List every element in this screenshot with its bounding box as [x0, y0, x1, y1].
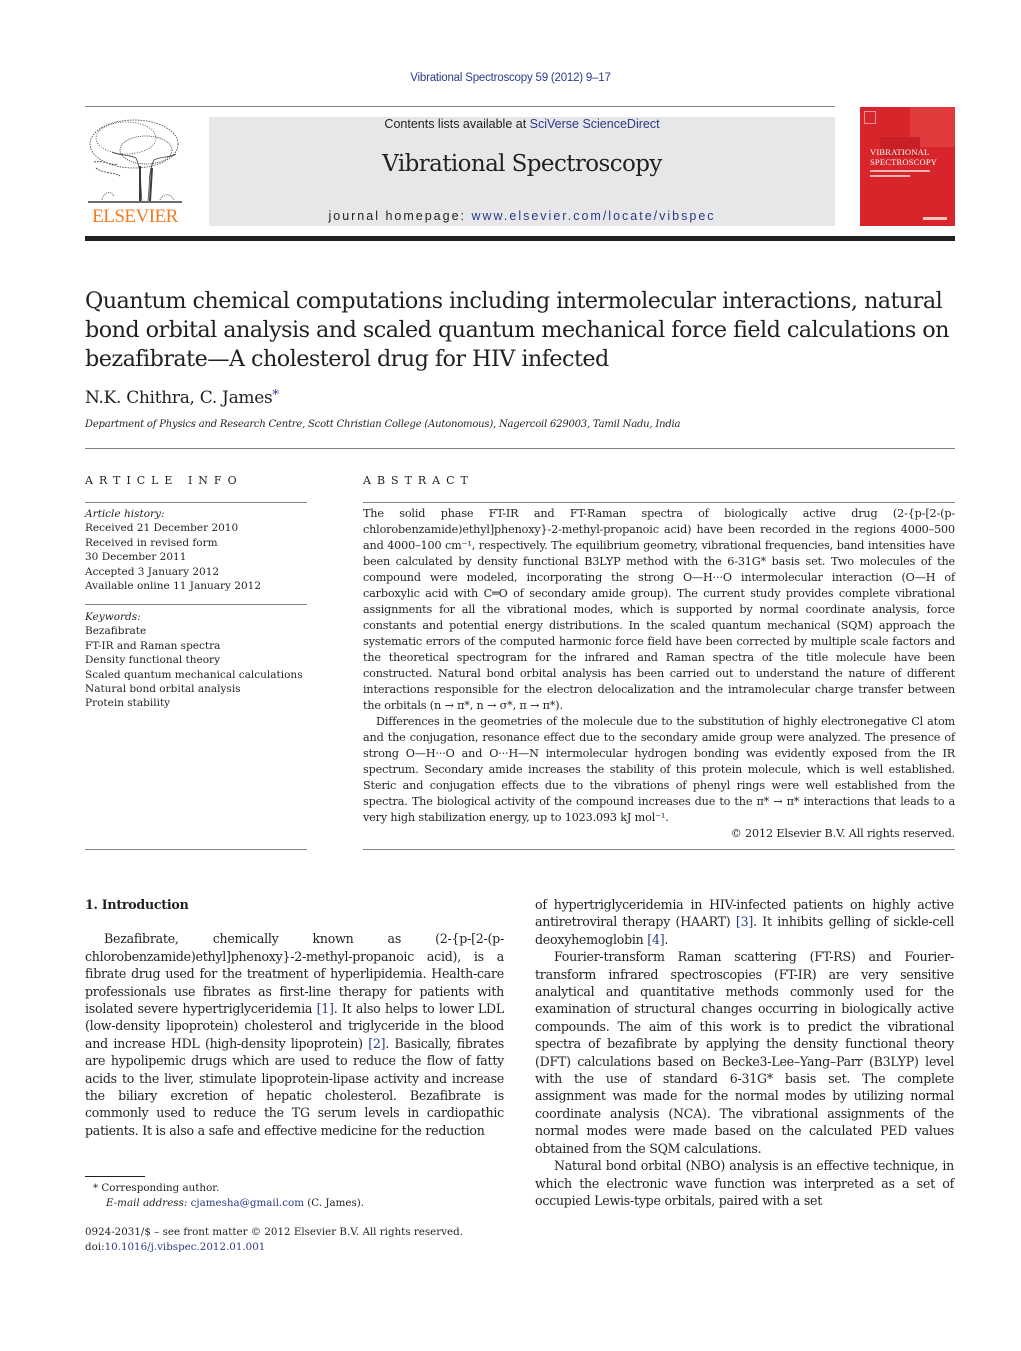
reference-link[interactable]: [3]	[736, 914, 753, 929]
divider	[363, 849, 955, 850]
front-matter: 0924-2031/$ – see front matter © 2012 El…	[85, 1225, 505, 1255]
article-history: Article history: Received 21 December 20…	[85, 507, 315, 593]
body-paragraph: Fourier-transform Raman scattering (FT-R…	[535, 949, 954, 1156]
body-paragraph: Bezafibrate, chemically known as (2-{p-[…	[85, 930, 504, 1139]
cover-subtitle-line	[870, 175, 910, 177]
keyword: Scaled quantum mechanical calculations	[85, 668, 303, 681]
keyword: Natural bond orbital analysis	[85, 683, 241, 696]
keyword: Bezafibrate	[85, 625, 147, 638]
reference-link[interactable]: [2]	[368, 1036, 385, 1051]
doi-prefix: doi:	[85, 1241, 105, 1253]
journal-homepage-link[interactable]: www.elsevier.com/locate/vibspec	[472, 209, 716, 223]
reference-link[interactable]: [4]	[647, 932, 664, 947]
journal-title: Vibrational Spectroscopy	[382, 151, 662, 177]
divider	[85, 604, 307, 605]
homepage-line: journal homepage: www.elsevier.com/locat…	[209, 209, 835, 223]
email-line: E-mail address: cjamesha@gmail.com (C. J…	[85, 1196, 505, 1211]
body-column-right: of hypertriglyceridemia in HIV-infected …	[535, 896, 954, 1209]
cover-title-line: SPECTROSCOPY	[870, 157, 938, 167]
reference-link[interactable]: [1]	[317, 1001, 334, 1016]
article-info-heading: ARTICLE INFO	[85, 474, 243, 487]
author-list: N.K. Chithra, C. James*	[85, 388, 279, 408]
keywords: Keywords: Bezafibrate FT-IR and Raman sp…	[85, 610, 315, 711]
journal-masthead: Contents lists available at SciVerse Sci…	[209, 117, 835, 226]
footnote-rule	[85, 1176, 145, 1177]
article-title: Quantum chemical computations including …	[85, 288, 950, 372]
header-rule	[85, 106, 835, 107]
sciencedirect-link[interactable]: SciVerse ScienceDirect	[530, 117, 660, 131]
corresponding-author-note: * Corresponding author.	[93, 1182, 220, 1194]
cover-emblem-icon	[864, 111, 876, 124]
divider	[85, 849, 307, 850]
cover-title: VIBRATIONAL SPECTROSCOPY	[870, 147, 952, 167]
divider	[85, 502, 307, 503]
abstract-paragraph: The solid phase FT-IR and FT-Raman spect…	[363, 507, 955, 712]
journal-cover-thumbnail[interactable]: VIBRATIONAL SPECTROSCOPY	[860, 107, 955, 226]
header-thick-rule	[85, 236, 955, 241]
elsevier-wordmark: ELSEVIER	[92, 206, 178, 227]
divider	[363, 502, 955, 503]
cover-publisher-mark	[923, 217, 947, 220]
tree-icon	[88, 119, 182, 203]
affiliation: Department of Physics and Research Centr…	[85, 419, 681, 430]
history-item: Received 21 December 2010	[85, 522, 239, 535]
doi-line: doi:10.1016/j.vibspec.2012.01.001	[85, 1240, 505, 1255]
cover-title-line: VIBRATIONAL	[870, 147, 930, 157]
body-column-left: 1. Introduction Bezafibrate, chemically …	[85, 896, 504, 1139]
authors: N.K. Chithra, C. James	[85, 388, 273, 408]
cover-subtitle-line	[870, 170, 930, 172]
journal-citation-link[interactable]: Vibrational Spectroscopy 59 (2012) 9–17	[0, 72, 1021, 84]
contents-line: Contents lists available at SciVerse Sci…	[209, 117, 835, 131]
history-label: Article history:	[85, 508, 165, 520]
keyword: Density functional theory	[85, 654, 221, 667]
text-run: .	[664, 931, 669, 947]
email-link[interactable]: cjamesha@gmail.com	[191, 1197, 304, 1209]
corresponding-author-marker[interactable]: *	[272, 388, 279, 403]
history-item: Accepted 3 January 2012	[85, 565, 220, 578]
abstract-paragraph: Differences in the geometries of the mol…	[363, 715, 955, 824]
abstract-body: The solid phase FT-IR and FT-Raman spect…	[363, 506, 955, 842]
keyword: FT-IR and Raman spectra	[85, 639, 221, 652]
history-item: Available online 11 January 2012	[85, 580, 262, 593]
email-suffix: (C. James).	[304, 1196, 365, 1209]
divider	[85, 448, 955, 449]
keywords-label: Keywords:	[85, 611, 141, 623]
email-label: E-mail address:	[106, 1196, 191, 1209]
homepage-prefix: journal homepage:	[328, 209, 472, 223]
history-item: 30 December 2011	[85, 551, 187, 564]
keyword: Protein stability	[85, 697, 171, 710]
doi-link[interactable]: 10.1016/j.vibspec.2012.01.001	[105, 1241, 266, 1253]
elsevier-logo[interactable]: ELSEVIER	[84, 116, 186, 228]
copyright-notice: © 2012 Elsevier B.V. All rights reserved…	[730, 827, 956, 840]
text-run: . Basically, fibrates are hypolipemic dr…	[85, 1035, 504, 1138]
abstract-heading: ABSTRACT	[363, 474, 474, 487]
contents-prefix: Contents lists available at	[384, 117, 530, 131]
footnote: * Corresponding author. E-mail address: …	[85, 1181, 505, 1210]
history-item: Received in revised form	[85, 536, 218, 549]
body-paragraph: Natural bond orbital (NBO) analysis is a…	[535, 1158, 954, 1208]
body-paragraph: of hypertriglyceridemia in HIV-infected …	[535, 896, 954, 948]
section-heading: 1. Introduction	[85, 897, 189, 912]
issn-line: 0924-2031/$ – see front matter © 2012 El…	[85, 1226, 463, 1238]
